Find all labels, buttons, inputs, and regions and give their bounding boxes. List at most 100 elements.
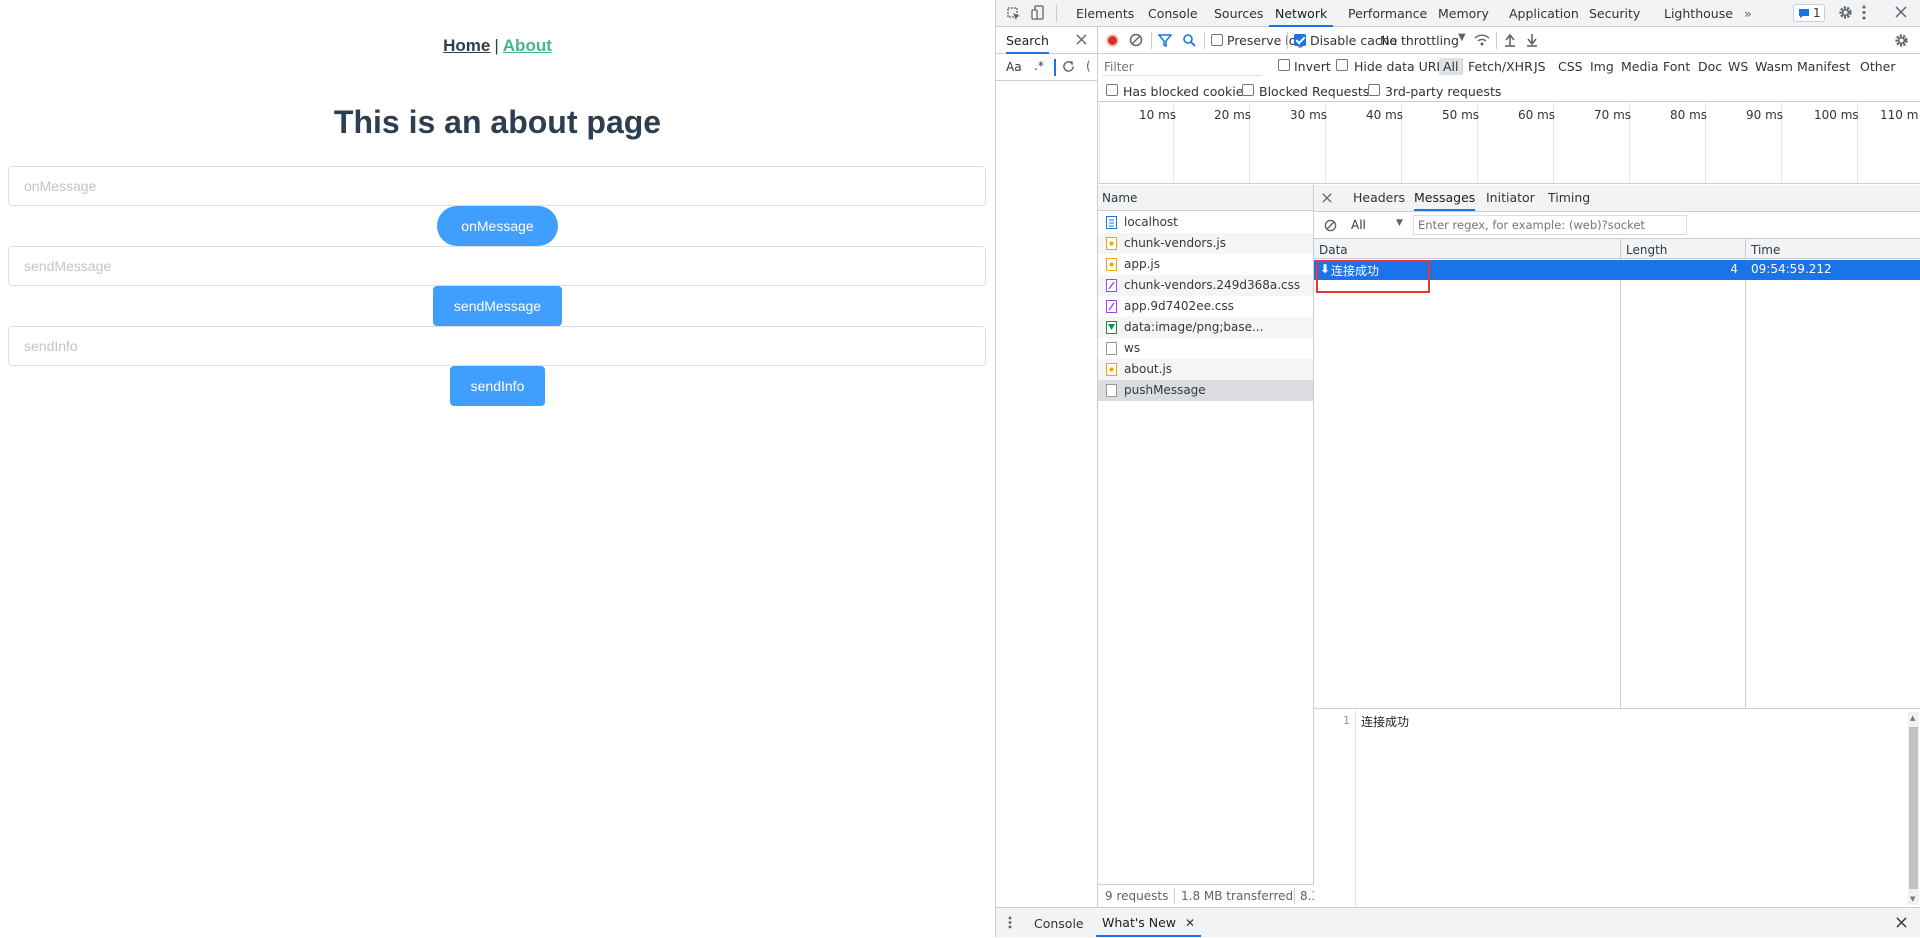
time-column-header[interactable]: Time <box>1751 243 1780 257</box>
filter-type-js[interactable]: JS <box>1534 59 1546 74</box>
blocked-requests-checkbox[interactable] <box>1242 84 1254 96</box>
more-tabs-icon[interactable]: » <box>1744 0 1752 27</box>
scroll-up-icon[interactable]: ▲ <box>1910 714 1915 722</box>
sendmessage-button[interactable]: sendMessage <box>433 286 562 326</box>
length-column-header[interactable]: Length <box>1626 243 1667 257</box>
settings-gear-icon[interactable] <box>1838 5 1853 20</box>
throttling-select[interactable]: No throttling <box>1380 33 1459 48</box>
onmessage-input[interactable] <box>8 166 986 206</box>
timeline-grid-line <box>1099 103 1100 183</box>
filter-type-doc[interactable]: Doc <box>1698 59 1722 74</box>
close-search-icon[interactable] <box>1076 34 1087 45</box>
filter-type-css[interactable]: CSS <box>1558 59 1583 74</box>
close-detail-icon[interactable] <box>1322 193 1332 203</box>
export-har-icon[interactable] <box>1526 33 1538 47</box>
search-tab[interactable]: Search <box>1006 33 1049 54</box>
close-tab-icon[interactable]: ✕ <box>1185 916 1195 930</box>
filter-icon[interactable] <box>1158 33 1172 47</box>
request-row[interactable]: app.js <box>1098 254 1313 275</box>
hide-data-urls-checkbox[interactable] <box>1336 59 1348 71</box>
drawer-menu-icon[interactable] <box>1008 916 1012 929</box>
home-link[interactable]: Home <box>443 36 490 55</box>
filter-type-wasm[interactable]: Wasm <box>1755 59 1793 74</box>
inspect-element-icon[interactable] <box>1006 6 1022 22</box>
request-row[interactable]: app.9d7402ee.css <box>1098 296 1313 317</box>
chevron-down-icon[interactable]: ▼ <box>1396 218 1403 228</box>
more-options-icon[interactable] <box>1862 5 1866 20</box>
tab-sources[interactable]: Sources <box>1214 0 1263 27</box>
nav-separator: | <box>494 36 499 55</box>
message-type-select[interactable]: All <box>1351 218 1366 232</box>
tab-memory[interactable]: Memory <box>1438 0 1489 27</box>
message-preview: 1 连接成功 ▲ ▼ <box>1314 710 1920 907</box>
close-drawer-icon[interactable] <box>1896 917 1907 928</box>
scroll-down-icon[interactable]: ▼ <box>1910 895 1915 903</box>
preview-scrollbar[interactable]: ▲ ▼ <box>1908 712 1919 905</box>
third-party-checkbox[interactable] <box>1368 84 1380 96</box>
disable-cache-checkbox[interactable] <box>1294 34 1306 46</box>
close-devtools-icon[interactable] <box>1895 6 1907 18</box>
data-column-header[interactable]: Data <box>1319 243 1348 257</box>
onmessage-button[interactable]: onMessage <box>437 206 558 246</box>
detail-tab-timing[interactable]: Timing <box>1548 190 1590 205</box>
filter-type-other[interactable]: Other <box>1860 59 1896 74</box>
sendmessage-input[interactable] <box>8 246 986 286</box>
request-row[interactable]: about.js <box>1098 359 1313 380</box>
request-row[interactable]: localhost <box>1098 212 1313 233</box>
request-row[interactable]: data:image/png;base... <box>1098 317 1313 338</box>
regex-button[interactable]: .* <box>1034 59 1044 73</box>
transferred-size: 1.8 MB transferred <box>1181 889 1294 903</box>
tab-elements[interactable]: Elements <box>1076 0 1134 27</box>
record-icon[interactable] <box>1106 34 1119 47</box>
import-har-icon[interactable] <box>1504 33 1516 47</box>
network-conditions-icon[interactable] <box>1474 33 1490 47</box>
preserve-log-checkbox[interactable] <box>1211 34 1223 46</box>
chevron-down-icon[interactable]: ▼ <box>1458 32 1466 43</box>
search-icon[interactable] <box>1182 33 1196 47</box>
request-row-selected[interactable]: pushMessage <box>1098 380 1313 401</box>
tab-performance[interactable]: Performance <box>1348 0 1427 27</box>
detail-tab-messages[interactable]: Messages <box>1414 190 1476 211</box>
tab-network[interactable]: Network <box>1269 0 1334 27</box>
drawer-tab-whats-new[interactable]: What's New ✕ <box>1096 908 1202 937</box>
tab-security[interactable]: Security <box>1589 0 1640 27</box>
refresh-icon[interactable] <box>1062 60 1075 73</box>
match-case-button[interactable]: Aa <box>1006 60 1022 74</box>
request-name: chunk-vendors.249d368a.css <box>1124 278 1301 292</box>
request-row[interactable]: ws <box>1098 338 1313 359</box>
device-toolbar-icon[interactable] <box>1030 5 1046 21</box>
request-row[interactable]: chunk-vendors.js <box>1098 233 1313 254</box>
request-row[interactable]: chunk-vendors.249d368a.css <box>1098 275 1313 296</box>
scrollbar-thumb[interactable] <box>1909 727 1918 889</box>
tab-application[interactable]: Application <box>1509 0 1579 27</box>
issues-badge[interactable]: 1 <box>1793 4 1825 22</box>
clear-icon[interactable] <box>1129 33 1143 47</box>
network-settings-icon[interactable] <box>1894 33 1909 48</box>
websocket-icon <box>1106 384 1117 397</box>
script-icon <box>1106 363 1117 376</box>
about-link[interactable]: About <box>503 36 552 55</box>
name-column-header[interactable]: Name <box>1102 191 1137 205</box>
drawer-tab-console[interactable]: Console <box>1034 916 1084 931</box>
detail-tab-initiator[interactable]: Initiator <box>1486 190 1535 205</box>
filter-type-media[interactable]: Media <box>1621 59 1659 74</box>
sendinfo-input[interactable] <box>8 326 986 366</box>
filter-type-img[interactable]: Img <box>1590 59 1614 74</box>
filter-type-ws[interactable]: WS <box>1728 59 1748 74</box>
invert-checkbox[interactable] <box>1278 59 1290 71</box>
filter-type-font[interactable]: Font <box>1663 59 1690 74</box>
filter-input[interactable] <box>1102 58 1262 76</box>
message-length: 4 <box>1730 262 1738 276</box>
detail-tab-headers[interactable]: Headers <box>1353 190 1405 205</box>
filter-type-manifest[interactable]: Manifest <box>1797 59 1850 74</box>
message-regex-input[interactable] <box>1413 215 1687 235</box>
clear-search-icon[interactable]: ( <box>1086 59 1091 73</box>
filter-type-fetch-xhr[interactable]: Fetch/XHR <box>1468 59 1533 74</box>
filter-type-all[interactable]: All <box>1439 58 1463 75</box>
sendinfo-button[interactable]: sendInfo <box>450 366 545 406</box>
timeline-tick: 100 ms <box>1814 108 1859 122</box>
tab-lighthouse[interactable]: Lighthouse <box>1664 0 1733 27</box>
clear-messages-icon[interactable] <box>1324 219 1337 232</box>
tab-console[interactable]: Console <box>1148 0 1198 27</box>
has-blocked-cookies-checkbox[interactable] <box>1106 84 1118 96</box>
